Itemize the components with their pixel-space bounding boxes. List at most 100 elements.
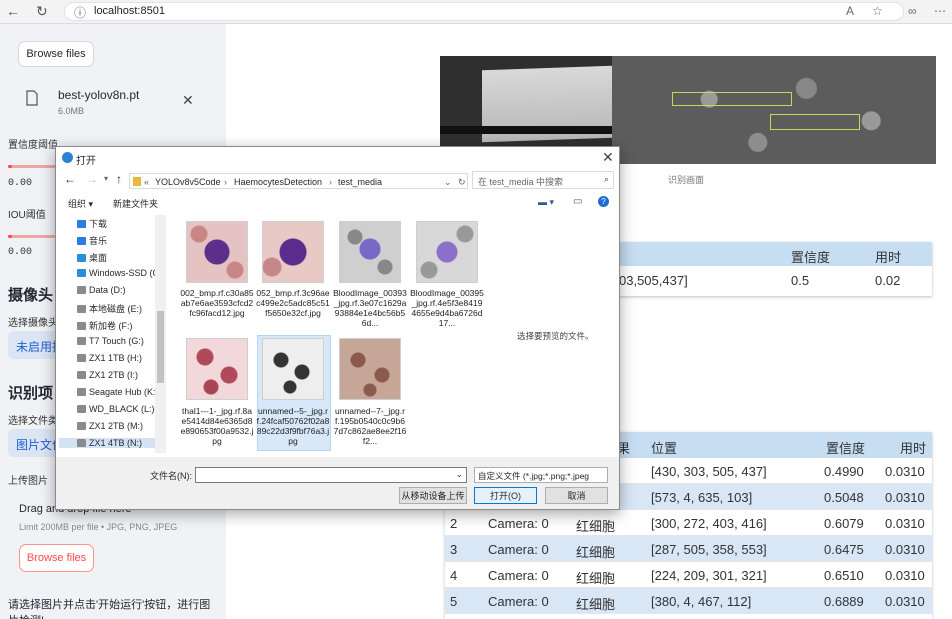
tree-item[interactable]: T7 Touch (G:) xyxy=(77,336,144,346)
forward-arrow-icon[interactable]: → xyxy=(86,172,98,186)
read-aloud-icon[interactable]: A xyxy=(846,4,854,18)
dialog-title: 打开 xyxy=(76,156,96,167)
iou-slider-fill xyxy=(8,235,12,238)
breadcrumb-item[interactable]: HaemocytesDetection xyxy=(234,177,322,187)
browse-files-button-bottom[interactable]: Browse files xyxy=(19,544,94,572)
file-name[interactable]: BloodImage_00393_jpg.rf.3e07c1629a93884e… xyxy=(333,288,407,328)
row-index: 2 xyxy=(450,516,458,531)
row-time: 0.0310 xyxy=(885,568,925,583)
file-name[interactable]: unnamed--5-_jpg.rf.24fcaf50762f02a889c22… xyxy=(256,406,330,446)
help-icon[interactable]: ? xyxy=(598,196,609,207)
breadcrumb-item[interactable]: YOLOv8v5Code xyxy=(155,177,221,187)
favorite-star-icon[interactable]: ☆ xyxy=(872,4,883,18)
tree-item[interactable]: ZX1 1TB (H:) xyxy=(77,353,142,363)
tree-item[interactable]: 桌面 xyxy=(77,251,107,264)
file-open-dialog: 打开 ✕ ← → ▾ ↑ « YOLOv8v5Code › Haemocytes… xyxy=(55,146,620,510)
row-class: 红细胞 xyxy=(576,597,616,612)
file-type-select[interactable]: 图片文件 xyxy=(8,429,60,457)
iou-slider[interactable] xyxy=(8,235,58,238)
upload-label: 上传图片 xyxy=(8,476,48,487)
reload-icon[interactable]: ↻ xyxy=(36,3,48,20)
uploaded-file-size: 6.0MB xyxy=(58,106,85,116)
file-name[interactable]: unnamed--7-_jpg.rf.195b0540c0c9b67d7c862… xyxy=(333,406,407,446)
file-thumbnail[interactable] xyxy=(339,221,401,283)
browse-files-button-top[interactable]: Browse files xyxy=(18,41,94,67)
header-position: 位置 xyxy=(651,441,678,456)
uploaded-file-name: best-yolov8n.pt xyxy=(58,88,140,102)
breadcrumb-item[interactable]: test_media xyxy=(338,177,382,187)
file-thumbnail[interactable] xyxy=(186,338,248,400)
up-arrow-icon[interactable]: ↑ xyxy=(116,172,122,186)
open-button[interactable]: 打开(O) xyxy=(474,487,537,504)
file-name[interactable]: 002_bmp.rf.c30a85ab7e6ae3593cfcd2fc96fac… xyxy=(180,288,254,318)
address-dropdown-icon[interactable]: ⌄ xyxy=(444,177,452,188)
recent-chevron-icon[interactable]: ▾ xyxy=(104,174,108,183)
file-thumbnail[interactable] xyxy=(339,338,401,400)
back-icon[interactable]: ← xyxy=(6,3,20,19)
tree-item[interactable]: 下载 xyxy=(77,217,107,230)
file-name[interactable]: thal1---1-_jpg.rf.8ae5414d84e6365d8e8906… xyxy=(180,406,254,446)
dialog-titlebar[interactable]: 打开 ✕ xyxy=(56,147,619,169)
tree-item[interactable]: 音乐 xyxy=(77,234,107,247)
conf-value: 0.00 xyxy=(8,178,33,189)
new-folder-button[interactable]: 新建文件夹 xyxy=(113,197,158,210)
back-arrow-icon[interactable]: ← xyxy=(64,172,76,186)
breadcrumb[interactable]: « YOLOv8v5Code › HaemocytesDetection › t… xyxy=(129,173,468,189)
filename-input[interactable]: ⌄ xyxy=(195,467,467,483)
row-confidence: 0.4990 xyxy=(824,464,864,479)
more-icon[interactable]: ⋯ xyxy=(934,4,946,18)
file-thumbnail[interactable] xyxy=(262,338,324,400)
tree-item[interactable]: WD_BLACK (L:) xyxy=(77,404,155,414)
conf-slider[interactable] xyxy=(8,165,58,168)
row-time: 0.0310 xyxy=(885,516,925,531)
tree-item[interactable]: 新加卷 (F:) xyxy=(77,319,133,332)
row-position: [287, 505, 358, 553] xyxy=(651,542,767,557)
search-input[interactable]: 在 test_media 中搜索 ⌕ xyxy=(472,171,614,189)
navigation-tree: 下载 音乐 桌面 Windows-SSD (C Data (D:) 本地磁盘 (… xyxy=(59,215,167,455)
tree-item[interactable]: Windows-SSD (C xyxy=(77,268,159,278)
file-type-filter[interactable]: 自定义文件 (*.jpg;*.png;*.jpeg xyxy=(474,467,608,483)
info-icon[interactable]: ⓘ xyxy=(74,4,86,21)
close-icon[interactable]: ✕ xyxy=(602,149,614,166)
file-thumbnail[interactable] xyxy=(416,221,478,283)
remove-file-icon[interactable]: ✕ xyxy=(182,92,194,109)
preview-pane-icon[interactable]: ▭ xyxy=(573,196,582,207)
filename-dropdown-icon[interactable]: ⌄ xyxy=(455,469,463,480)
organize-button[interactable]: 组织 ▾ xyxy=(68,197,93,210)
row-index: 3 xyxy=(450,542,458,557)
extensions-icon[interactable]: ∞ xyxy=(908,4,917,18)
file-thumbnail[interactable] xyxy=(262,221,324,283)
refresh-icon[interactable]: ↻ xyxy=(458,177,466,188)
result-table-top: 置信度 用时 03,505,437] 0.5 0.02 xyxy=(585,242,932,296)
camera-select[interactable]: 未启用摄 xyxy=(8,331,60,359)
row-time: 0.0310 xyxy=(885,542,925,557)
tree-item[interactable]: ZX1 2TB (M:) xyxy=(77,421,143,431)
table-row: 5 Camera: 0 红细胞 [380, 4, 467, 112] 0.688… xyxy=(445,588,932,614)
row-camera: Camera: 0 xyxy=(488,542,549,557)
address-bar[interactable] xyxy=(64,2,904,21)
file-name[interactable]: BloodImage_00395_jpg.rf.4e5f3e84194655e9… xyxy=(410,288,484,328)
row-position: [573, 4, 635, 103] xyxy=(651,490,753,505)
row-position: [224, 209, 301, 321] xyxy=(651,568,767,583)
row-confidence: 0.6510 xyxy=(824,568,864,583)
sidebar-hint: 请选择图片并点击'开始运行'按钮，进行图片检测! xyxy=(8,599,211,619)
row-index: 4 xyxy=(450,568,458,583)
tree-item[interactable]: ZX1 2TB (I:) xyxy=(77,370,138,380)
filter-value: 自定义文件 (*.jpg;*.png;*.jpeg xyxy=(478,471,590,481)
upload-limit-text: Limit 200MB per file • JPG, PNG, JPEG xyxy=(19,522,178,532)
cancel-button[interactable]: 取消 xyxy=(545,487,608,504)
tree-item[interactable]: Data (D:) xyxy=(77,285,126,295)
file-thumbnail[interactable] xyxy=(186,221,248,283)
iou-slider-label: IOU阈值 xyxy=(8,210,46,221)
tree-item-selected[interactable]: ZX1 4TB (N:) xyxy=(59,438,158,448)
tree-item[interactable]: Seagate Hub (K: xyxy=(77,387,156,397)
file-icon xyxy=(26,90,38,106)
tree-scrollbar[interactable] xyxy=(155,215,166,453)
upload-from-mobile-button[interactable]: 从移动设备上传 xyxy=(399,487,467,504)
view-options-icon[interactable]: ▬ ▾ xyxy=(538,197,554,208)
file-name[interactable]: 052_bmp.rf.3c96aec499e2c5adc85c51f5650e3… xyxy=(256,288,330,318)
table1-cell-time: 0.02 xyxy=(875,273,901,288)
row-confidence: 0.6889 xyxy=(824,594,864,609)
header-time: 用时 xyxy=(900,441,927,456)
tree-item[interactable]: 本地磁盘 (E:) xyxy=(77,302,142,315)
